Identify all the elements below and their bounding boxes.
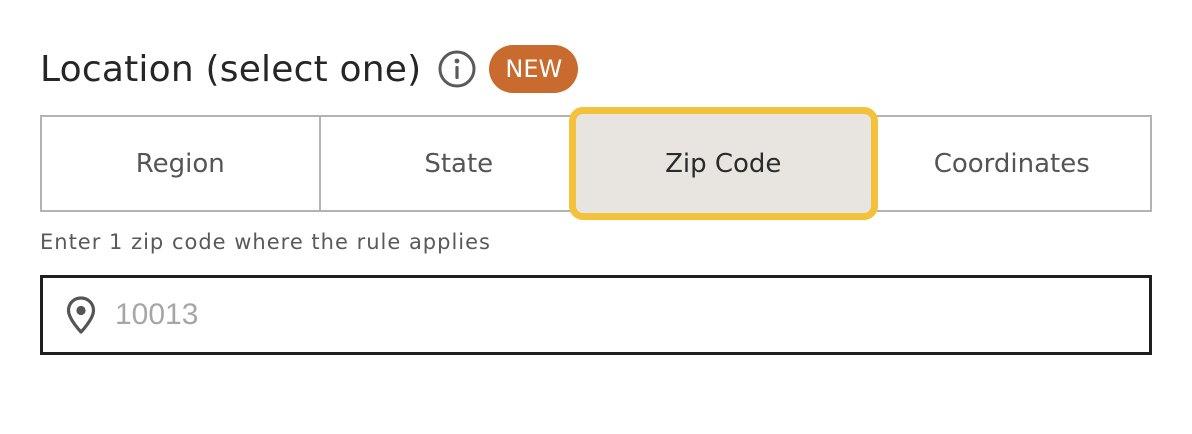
location-pin-icon [65,295,97,335]
location-type-tabs: Region State Zip Code Coordinates [40,107,1152,220]
zip-code-field[interactable] [40,275,1152,355]
tab-coordinates[interactable]: Coordinates [874,117,1151,210]
tab-coordinates-label: Coordinates [933,148,1090,179]
new-badge: NEW [489,45,579,93]
info-circle-icon[interactable] [437,49,477,89]
zip-helper-text: Enter 1 zip code where the rule applies [40,230,492,254]
location-title: Location (select one) [40,48,422,90]
tab-zip-code-label: Zip Code [665,148,782,179]
zip-code-input[interactable] [113,284,1149,346]
tab-state-label: State [424,148,494,179]
location-header: Location (select one) NEW [40,40,579,98]
tab-state[interactable]: State [318,117,598,210]
tab-region-label: Region [135,148,225,179]
tab-zip-code[interactable]: Zip Code [569,107,878,220]
tab-region[interactable]: Region [42,117,319,210]
